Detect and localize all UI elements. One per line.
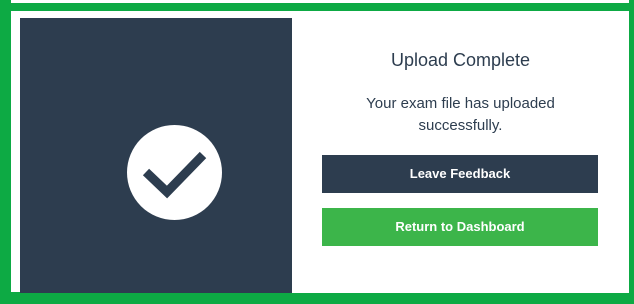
leave-feedback-button[interactable]: Leave Feedback <box>322 155 598 193</box>
frame-border-bottom <box>0 292 634 304</box>
checkmark-icon <box>142 151 207 199</box>
frame-top-gap <box>0 0 634 3</box>
dialog-title: Upload Complete <box>390 50 531 70</box>
upload-complete-dialog-frame: Upload Complete Your exam file has uploa… <box>0 0 634 304</box>
dialog-message: Your exam file has uploaded successfully… <box>366 95 555 134</box>
return-to-dashboard-button[interactable]: Return to Dashboard <box>322 208 598 246</box>
frame-border-left <box>0 0 11 304</box>
status-panel <box>20 18 292 293</box>
dialog-content: Upload Complete Your exam file has uploa… <box>292 18 629 293</box>
frame-border-right <box>629 0 634 304</box>
success-badge <box>127 125 222 220</box>
